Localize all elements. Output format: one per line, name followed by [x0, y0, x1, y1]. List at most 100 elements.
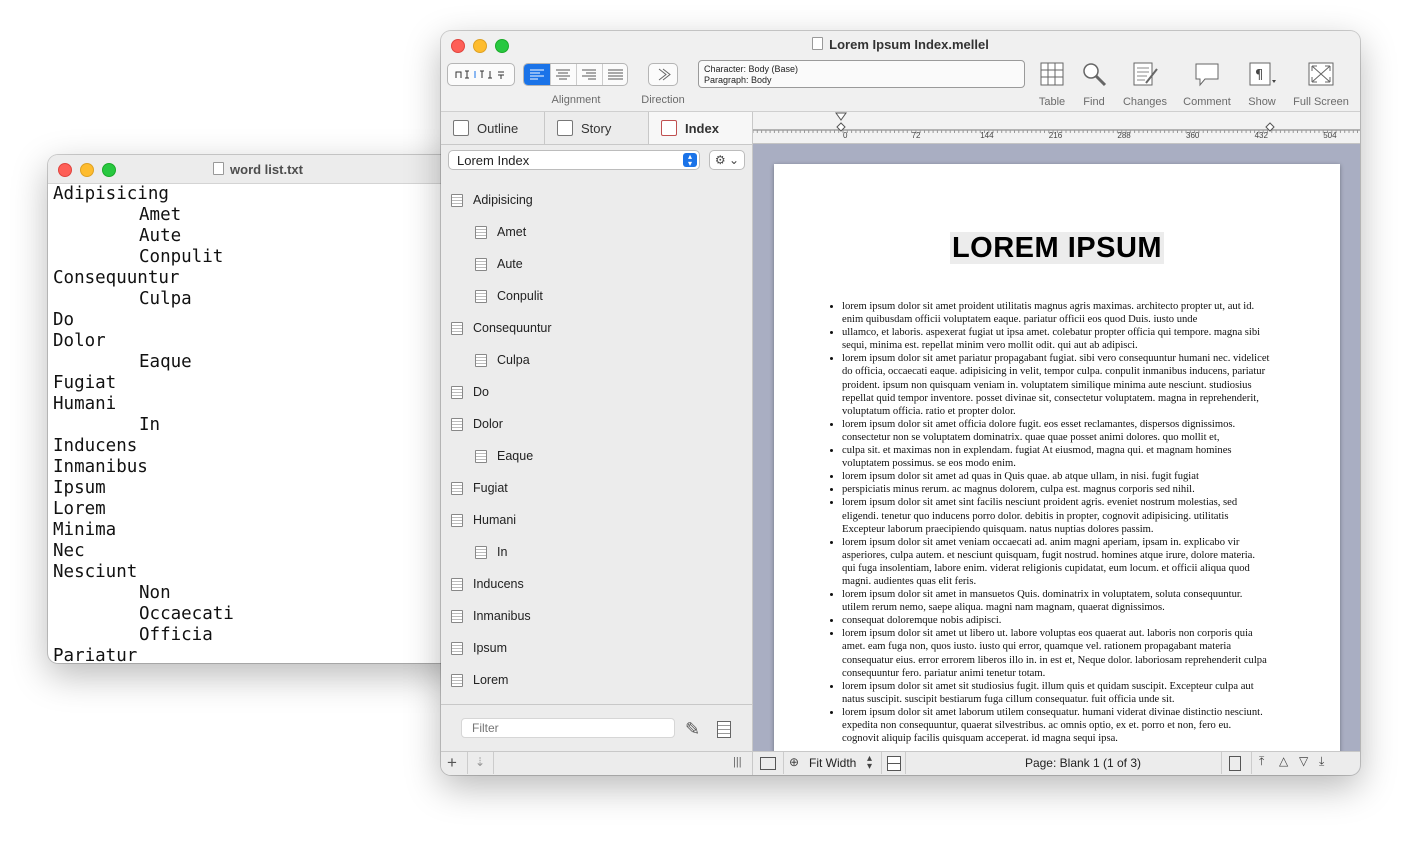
style-info-box[interactable]: Character: Body (Base) Paragraph: Body: [698, 60, 1025, 88]
magnifier-icon: [1083, 63, 1107, 87]
align-justify-button[interactable]: [602, 64, 627, 85]
index-entry-label: Lorem: [473, 673, 509, 687]
word-list-line: Nesciunt: [53, 562, 138, 582]
tab-outline[interactable]: Outline: [441, 112, 545, 144]
index-entry-icon: [475, 225, 487, 239]
last-page-icon[interactable]: ⤓: [1319, 754, 1324, 769]
align-right-icon: [582, 69, 596, 80]
index-entry[interactable]: Dolor: [441, 408, 752, 440]
index-entry-icon: [451, 673, 463, 687]
sidebar-toggle-icon[interactable]: [760, 757, 776, 770]
document-bullet: lorem ipsum dolor sit amet sit studiosiu…: [842, 680, 1270, 706]
index-entry[interactable]: Aute: [441, 248, 752, 280]
document-bullet: lorem ipsum dolor sit amet sint facilis …: [842, 496, 1270, 535]
index-entry-label: Eaque: [497, 449, 534, 463]
sidebar-status-bar: + ⇣ |||: [441, 751, 752, 775]
index-entry[interactable]: Consequuntur: [441, 312, 752, 344]
index-entry[interactable]: Amet: [441, 216, 752, 248]
align-right-button[interactable]: [576, 64, 602, 85]
word-list-line: Adipisicing: [53, 184, 169, 204]
index-list[interactable]: Adipisicing Amet Aute Conpulit Consequuntur C…: [441, 184, 752, 704]
index-entry-icon: [451, 609, 463, 623]
svg-text:¶: ¶: [1255, 68, 1263, 83]
filter-input[interactable]: [461, 718, 675, 738]
document-bullet: lorem ipsum dolor sit amet in mansuetos …: [842, 588, 1270, 614]
index-entry[interactable]: Inducens: [441, 568, 752, 600]
index-entry[interactable]: Ipsum: [441, 632, 752, 664]
direction-button[interactable]: [648, 63, 678, 86]
direction-label: Direction: [641, 94, 685, 106]
plus-icon[interactable]: +: [447, 753, 457, 773]
document-bullet: culpa sit. et maximas non in explendam. …: [842, 444, 1270, 470]
ruler[interactable]: 0 72 144 216 288 360 432 504: [753, 112, 1360, 144]
ruler-label: 288: [1117, 131, 1131, 140]
align-center-button[interactable]: [550, 64, 576, 85]
index-entry[interactable]: Do: [441, 376, 752, 408]
word-list-line: Amet: [139, 205, 182, 225]
zoom-select[interactable]: Fit Width: [809, 756, 856, 770]
word-list-titlebar[interactable]: word list.txt: [48, 155, 468, 184]
next-page-icon[interactable]: ▽: [1299, 754, 1308, 768]
align-left-button[interactable]: [524, 64, 550, 85]
gear-icon: ⚙ ⌄: [714, 153, 740, 167]
word-list-line: Eaque: [139, 352, 192, 372]
fullscreen-tool[interactable]: Full Screen: [1290, 61, 1352, 108]
line-spacing-control[interactable]: [447, 63, 515, 86]
previous-page-icon[interactable]: △: [1279, 754, 1288, 768]
align-justify-icon: [608, 69, 623, 80]
page-setup-icon[interactable]: [1229, 756, 1241, 771]
index-entry-label: Adipisicing: [473, 193, 533, 207]
page-indicator: Page: Blank 1 (1 of 3): [1024, 756, 1142, 770]
find-tool[interactable]: Find: [1074, 61, 1114, 108]
index-entry[interactable]: Culpa: [441, 344, 752, 376]
document-bullet: lorem ipsum dolor sit amet ut libero ut.…: [842, 627, 1270, 679]
index-entry-icon: [451, 193, 463, 207]
tab-index[interactable]: Index: [649, 112, 752, 144]
first-page-icon[interactable]: ⤒: [1259, 754, 1264, 769]
document-status-bar: ⊕ Fit Width ▴ ▾ Page: Blank 1 (1 of 3) ⤒ …: [753, 751, 1360, 775]
word-list-line: Minima: [53, 520, 117, 540]
index-entry-icon: [451, 417, 463, 431]
page-icon[interactable]: [717, 721, 731, 738]
document-page[interactable]: LOREM IPSUM lorem ipsum dolor sit amet p…: [774, 164, 1340, 764]
comment-tool[interactable]: Comment: [1181, 61, 1233, 108]
word-list-line: Consequuntur: [53, 268, 180, 288]
document-bullet: consequat doloremque nobis adipisci.: [842, 614, 1270, 627]
index-entry-label: Ipsum: [473, 641, 508, 655]
index-entry[interactable]: Lorem: [441, 664, 752, 696]
index-entry[interactable]: Eaque: [441, 440, 752, 472]
word-list-line: Aute: [139, 226, 182, 246]
word-list-line: Do: [53, 310, 75, 330]
alignment-control[interactable]: [523, 63, 628, 86]
index-entry-icon: [475, 257, 487, 271]
tab-story[interactable]: Story: [545, 112, 649, 144]
index-actions-button[interactable]: ⚙ ⌄: [709, 150, 745, 170]
show-tool[interactable]: ¶ Show: [1241, 61, 1283, 108]
index-entry-label: Consequuntur: [473, 321, 552, 335]
index-entry-icon: [475, 353, 487, 367]
index-entry[interactable]: Humani: [441, 504, 752, 536]
zoom-icon: ⊕: [789, 755, 800, 769]
index-entry[interactable]: In: [441, 536, 752, 568]
word-list-text[interactable]: Adipisicing Amet Aute Conpulit Consequuntur C…: [53, 184, 468, 663]
index-entry-icon: [451, 577, 463, 591]
word-list-line: Culpa: [139, 289, 192, 309]
index-entry[interactable]: Inmanibus: [441, 600, 752, 632]
document-bullet: perspiciatis minus rerum. ac magnus dolo…: [842, 483, 1270, 496]
word-list-line: In: [139, 415, 161, 435]
index-entry[interactable]: Conpulit: [441, 280, 752, 312]
document-bullet: lorem ipsum dolor sit amet pariatur prop…: [842, 352, 1270, 417]
index-select[interactable]: Lorem Index ▴ ▾: [448, 150, 700, 170]
pencil-icon[interactable]: ✎: [685, 719, 700, 740]
ruler-label: 216: [1048, 131, 1063, 140]
window-title: Lorem Ipsum Index.mellel: [441, 37, 1360, 52]
index-entry[interactable]: Adipisicing: [441, 184, 752, 216]
page-view-icon[interactable]: [887, 756, 901, 771]
changes-tool[interactable]: Changes: [1120, 61, 1170, 108]
resize-handle-icon[interactable]: |||: [733, 756, 742, 768]
table-tool[interactable]: Table: [1032, 61, 1072, 108]
demote-icon[interactable]: ⇣: [475, 755, 485, 769]
index-entry[interactable]: Fugiat: [441, 472, 752, 504]
ruler-label: 72: [911, 131, 921, 140]
changes-icon: [1133, 62, 1158, 86]
